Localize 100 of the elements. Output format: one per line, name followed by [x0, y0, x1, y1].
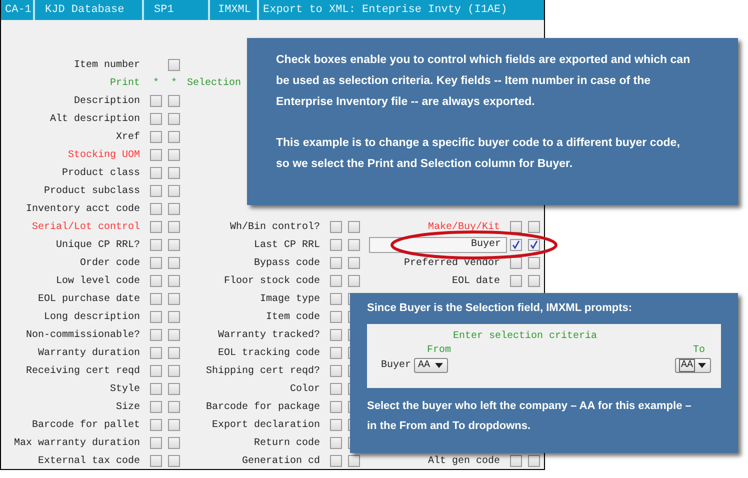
checkbox[interactable]	[330, 275, 342, 287]
checkbox[interactable]	[330, 401, 342, 413]
checkbox[interactable]	[150, 95, 162, 107]
checkbox[interactable]	[150, 311, 162, 323]
checkbox[interactable]	[168, 455, 180, 467]
checkbox[interactable]	[150, 167, 162, 179]
checkbox[interactable]	[150, 329, 162, 341]
checkbox[interactable]	[168, 59, 180, 71]
checkbox[interactable]	[150, 257, 162, 269]
checkbox[interactable]	[528, 455, 540, 467]
checkbox[interactable]	[168, 347, 180, 359]
checkbox[interactable]	[150, 275, 162, 287]
field-label: Item number	[74, 60, 141, 70]
checkbox[interactable]	[528, 257, 540, 269]
checkbox[interactable]	[150, 437, 162, 449]
title-bar-cell-text: Export to XML: Enteprise Invty (I1AE)	[262, 3, 508, 18]
checkbox[interactable]	[348, 455, 360, 467]
checkbox[interactable]	[330, 437, 342, 449]
checkbox[interactable]	[330, 221, 342, 233]
checkbox[interactable]	[330, 257, 342, 269]
checkbox[interactable]	[168, 257, 180, 269]
checkbox[interactable]	[348, 257, 360, 269]
to-dropdown[interactable]: AA	[675, 358, 711, 373]
checkbox[interactable]	[168, 113, 180, 125]
checkbox[interactable]	[150, 149, 162, 161]
callout-text: Since Buyer is the Selection field, IMXML prompts:	[367, 301, 634, 316]
checkbox[interactable]	[330, 239, 342, 251]
checkbox[interactable]	[510, 275, 522, 287]
checkbox[interactable]	[150, 131, 162, 143]
checkbox[interactable]	[168, 275, 180, 287]
checkbox[interactable]	[330, 293, 342, 305]
checkbox[interactable]	[168, 131, 180, 143]
checkbox[interactable]	[330, 365, 342, 377]
field-label: Floor stock code	[224, 276, 321, 286]
checkbox[interactable]	[348, 239, 360, 251]
checkbox[interactable]	[168, 95, 180, 107]
checkbox[interactable]	[150, 113, 162, 125]
field-label: Buyer	[381, 358, 412, 372]
checkbox[interactable]	[330, 347, 342, 359]
checkbox[interactable]	[150, 293, 162, 305]
field-label: Bypass code	[254, 258, 321, 268]
checkbox[interactable]	[348, 275, 360, 287]
field-label: Size	[116, 402, 141, 412]
checkbox[interactable]	[168, 203, 180, 215]
field-label: Alt gen code	[428, 456, 501, 466]
checkbox[interactable]	[330, 311, 342, 323]
checkbox[interactable]	[330, 329, 342, 341]
checkbox[interactable]	[150, 383, 162, 395]
checkbox[interactable]	[168, 239, 180, 251]
field-label: Preferred vendor	[404, 258, 501, 268]
caret-icon	[435, 363, 444, 368]
checkbox[interactable]	[168, 401, 180, 413]
field-label: Wh/Bin control?	[230, 222, 321, 232]
from-dropdown[interactable]: AA	[414, 358, 448, 373]
checkbox[interactable]	[168, 437, 180, 449]
checkbox[interactable]	[330, 419, 342, 431]
checkbox[interactable]	[150, 185, 162, 197]
checkbox[interactable]	[150, 365, 162, 377]
checkbox[interactable]	[168, 311, 180, 323]
checkbox[interactable]	[348, 221, 360, 233]
checkbox[interactable]	[168, 185, 180, 197]
checkbox[interactable]	[168, 293, 180, 305]
field-label: Buyer	[369, 237, 507, 253]
field-label: Shipping cert reqd?	[206, 366, 321, 376]
checkbox[interactable]	[150, 221, 162, 233]
checkbox[interactable]	[168, 149, 180, 161]
checkbox[interactable]	[510, 221, 522, 233]
field-label: Non-commissionable?	[26, 330, 141, 340]
title-bar-cell: SP1	[144, 0, 210, 20]
checkbox[interactable]	[150, 455, 162, 467]
checkbox[interactable]	[150, 347, 162, 359]
checkbox[interactable]	[528, 275, 540, 287]
checkbox[interactable]	[330, 455, 342, 467]
field-label: Return code	[254, 438, 321, 448]
field-label: Description	[74, 96, 141, 106]
field-label: Color	[290, 384, 321, 394]
checkbox[interactable]	[168, 383, 180, 395]
checkbox[interactable]	[510, 257, 522, 269]
checkbox[interactable]	[168, 419, 180, 431]
checkbox[interactable]	[510, 455, 522, 467]
checkbox[interactable]	[168, 365, 180, 377]
field-label: Max warranty duration	[14, 438, 141, 448]
field-label: EOL tracking code	[218, 348, 321, 358]
checkbox[interactable]	[150, 239, 162, 251]
field-label: Order code	[80, 258, 141, 268]
checkbox[interactable]	[150, 419, 162, 431]
checkbox[interactable]	[528, 239, 540, 251]
checkbox[interactable]	[528, 221, 540, 233]
checkbox[interactable]	[510, 239, 522, 251]
checkbox[interactable]	[168, 329, 180, 341]
checkbox[interactable]	[168, 167, 180, 179]
field-label: Unique CP RRL?	[56, 240, 141, 250]
column-header: Selection	[187, 78, 242, 88]
checkbox[interactable]	[150, 203, 162, 215]
checkbox[interactable]	[168, 221, 180, 233]
field-label: External tax code	[38, 456, 141, 466]
checkbox[interactable]	[330, 383, 342, 395]
callout-text: Select the buyer who left the company – AA for this example – in the From and To dropdowns.	[367, 399, 692, 434]
field-label: Product class	[62, 168, 141, 178]
checkbox[interactable]	[150, 401, 162, 413]
